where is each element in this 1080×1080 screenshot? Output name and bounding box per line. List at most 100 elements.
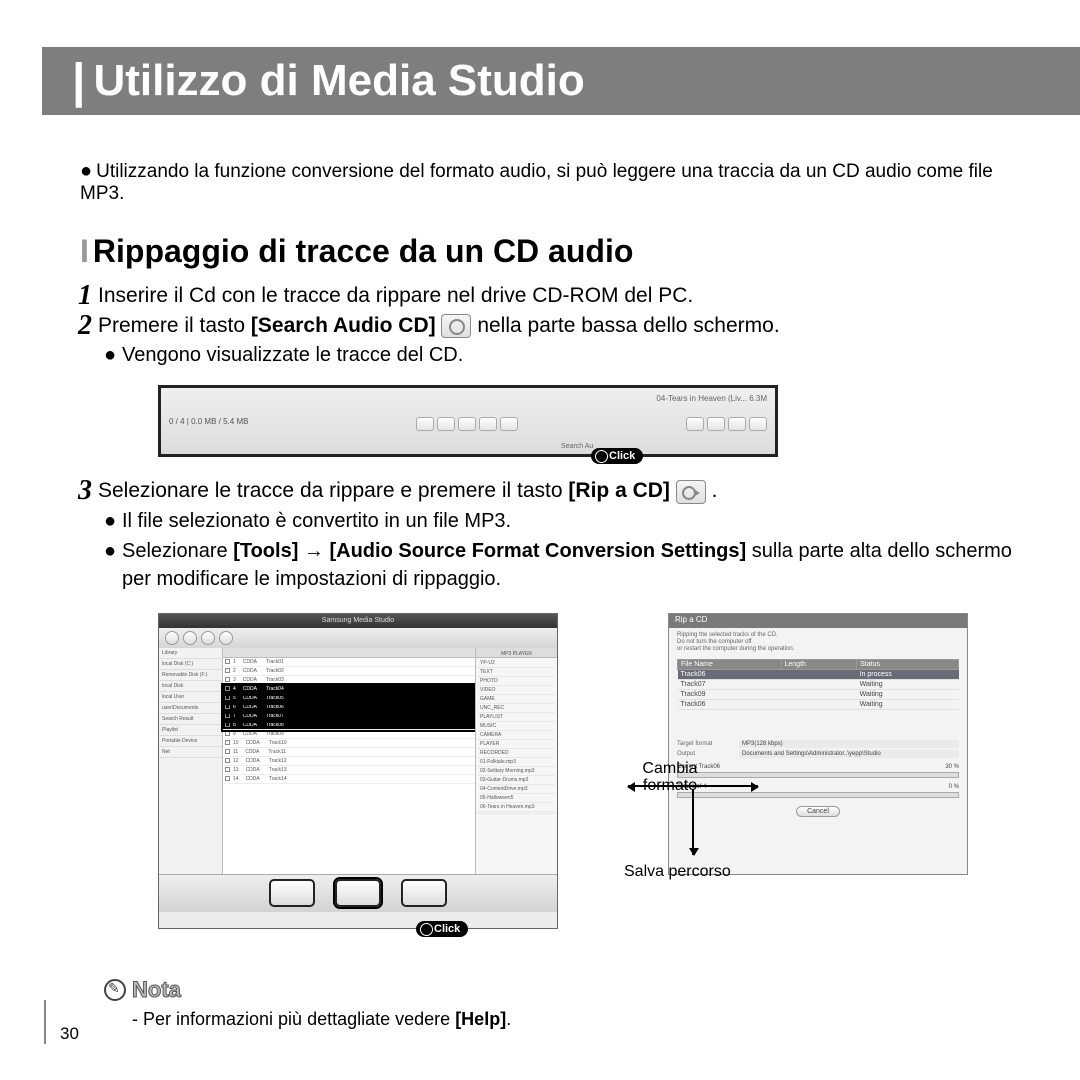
toolbar-mini-btn[interactable]	[686, 417, 704, 431]
track-row[interactable]: 12CDDATrack12	[223, 757, 475, 766]
player-item[interactable]: RECORDED	[478, 749, 555, 758]
step-3: 3 Selezionare le tracce da rippare e pre…	[98, 479, 1032, 503]
player-item[interactable]: 05-Halloween5	[478, 794, 555, 803]
toolbar-progress: 0 / 4 | 0.0 MB / 5.4 MB	[169, 417, 248, 431]
page-content: ●Utilizzando la funzione conversione del…	[80, 160, 1032, 1030]
toolbar-mini-btn[interactable]	[416, 417, 434, 431]
toolbar-mini-btn[interactable]	[707, 417, 725, 431]
track-row[interactable]: 5CDDATrack05	[223, 694, 475, 703]
app-window-title: Samsung Media Studio	[159, 614, 557, 628]
player-item[interactable]: 06-Tears in Heaven.mp3	[478, 803, 555, 812]
toolbar-circle-btn[interactable]	[201, 631, 215, 645]
dialog-path-value: Documents and Settings\Administrator..\y…	[739, 750, 959, 758]
pane-player: MP3 PLAYER YP-U2TEXTPHOTOVIDEOGAMEUNC_RE…	[475, 648, 557, 874]
library-item[interactable]: Library	[159, 648, 222, 659]
toolbar-now-playing: 04-Tears in Heaven (Liv... 6.3M	[656, 394, 767, 403]
library-item[interactable]: Net	[159, 747, 222, 758]
player-item[interactable]: 02-Solitary Morning.mp3	[478, 767, 555, 776]
library-item[interactable]: Search Result	[159, 714, 222, 725]
toolbar-mini-btn[interactable]	[728, 417, 746, 431]
rip-cd-icon	[676, 480, 706, 504]
dialog-row: Track07Waiting	[678, 680, 959, 690]
annotation-change-format: Cambia formato	[628, 761, 712, 795]
note-heading: Nota	[132, 977, 181, 1003]
library-item[interactable]: local Disk (C:)	[159, 659, 222, 670]
intro-text: Utilizzando la funzione conversione del …	[80, 161, 993, 204]
track-row[interactable]: 3CDDATrack03	[223, 676, 475, 685]
toolbar-circle-btn[interactable]	[165, 631, 179, 645]
bottom-search-cd-button[interactable]	[269, 879, 315, 907]
rip-dialog: Rip a CD Ripping the selected tracks of …	[668, 613, 968, 875]
player-item[interactable]: GAME	[478, 695, 555, 704]
toolbar-circle-btn[interactable]	[183, 631, 197, 645]
track-row[interactable]: 10CDDATrack10	[223, 739, 475, 748]
player-item[interactable]: TEXT	[478, 668, 555, 677]
track-row[interactable]: 13CDDATrack13	[223, 766, 475, 775]
track-row[interactable]: 7CDDATrack07	[223, 712, 475, 721]
track-row[interactable]: 6CDDATrack06	[223, 703, 475, 712]
player-item[interactable]: 03-Guitar-Drums.mp3	[478, 776, 555, 785]
track-row[interactable]: 9CDDATrack09	[223, 730, 475, 739]
figure-app: Samsung Media Studio Librarylocal Disk (…	[158, 613, 1032, 929]
step-3-sub2: ● Selezionare [Tools] → [Audio Source Fo…	[98, 537, 1032, 593]
dialog-message: Ripping the selected tracks of the CD. D…	[669, 628, 967, 658]
library-item[interactable]: Removable Disk (F:)	[159, 670, 222, 681]
section-title: Rippaggio di tracce da un CD audio	[93, 233, 633, 269]
toolbar-mini-btn[interactable]	[500, 417, 518, 431]
section-heading: IRippaggio di tracce da un CD audio	[80, 233, 1032, 270]
player-item[interactable]: 04-ContentDrive.mp3	[478, 785, 555, 794]
track-row[interactable]: 1CDDATrack01	[223, 658, 475, 667]
library-item[interactable]: Playlist	[159, 725, 222, 736]
annotation-arrow-h	[628, 785, 758, 787]
toolbar-mini-btn[interactable]	[749, 417, 767, 431]
toolbar-mini-btn[interactable]	[437, 417, 455, 431]
step-1: 1Inserire il Cd con le tracce da rippare…	[98, 284, 1032, 308]
page-title-band: | Utilizzo di Media Studio	[42, 47, 1080, 115]
dialog-row: Track06Waiting	[678, 700, 959, 710]
track-row[interactable]: 2CDDATrack02	[223, 667, 475, 676]
player-item[interactable]: 01-Folktale.mp3	[478, 758, 555, 767]
figure-toolbar: 04-Tears in Heaven (Liv... 6.3M 0 / 4 | …	[158, 385, 778, 457]
click-badge: Click	[416, 921, 468, 937]
player-item[interactable]: CAMERA	[478, 731, 555, 740]
page-title: Utilizzo di Media Studio	[93, 56, 584, 106]
toolbar-circle-btn[interactable]	[219, 631, 233, 645]
click-badge: Click	[591, 448, 643, 464]
dialog-progress-current: Current Track0630 %	[677, 764, 959, 778]
track-row[interactable]: 8CDDATrack08	[223, 721, 475, 730]
dialog-format-value: MP3(128 kbps)	[739, 740, 959, 748]
player-item[interactable]: PHOTO	[478, 677, 555, 686]
bottom-rip-cd-button[interactable]	[335, 879, 381, 907]
player-item[interactable]: YP-U2	[478, 659, 555, 668]
player-item[interactable]: MUSIC	[478, 722, 555, 731]
note-body: - Per informazioni più dettagliate veder…	[132, 1009, 1032, 1030]
search-audio-cd-icon	[441, 314, 471, 338]
library-item[interactable]: local Disk	[159, 681, 222, 692]
toolbar-mini-btn[interactable]	[458, 417, 476, 431]
step-2: 2 Premere il tasto [Search Audio CD] nel…	[98, 314, 1032, 338]
note-block: Nota - Per informazioni più dettagliate …	[104, 977, 1032, 1030]
library-item[interactable]: local User	[159, 692, 222, 703]
step-2-b: nella parte bassa dello schermo.	[477, 314, 779, 337]
step-1-text: Inserire il Cd con le tracce da rippare …	[98, 284, 693, 307]
step-2-sub: ●Vengono visualizzate le tracce del CD.	[98, 344, 1032, 367]
dialog-row: Track09Waiting	[678, 690, 959, 700]
player-item[interactable]: UNC_REC	[478, 704, 555, 713]
note-icon	[104, 979, 126, 1001]
track-row[interactable]: 11CDDATrack11	[223, 748, 475, 757]
player-item[interactable]: PLAYLIST	[478, 713, 555, 722]
track-row[interactable]: 14CDDATrack14	[223, 775, 475, 784]
player-item[interactable]: PLAYER	[478, 740, 555, 749]
app-toolbar	[159, 628, 557, 648]
annotation-save-path: Salva percorso	[624, 863, 731, 881]
cancel-button[interactable]: Cancel	[796, 806, 840, 817]
bottom-btn[interactable]	[401, 879, 447, 907]
library-item[interactable]: Portable Device	[159, 736, 222, 747]
intro-line: ●Utilizzando la funzione conversione del…	[80, 160, 1032, 205]
track-row[interactable]: 4CDDATrack04	[223, 685, 475, 694]
library-item[interactable]: user\Documents	[159, 703, 222, 714]
toolbar-mini-btn[interactable]	[479, 417, 497, 431]
player-item[interactable]: VIDEO	[478, 686, 555, 695]
toolbar-search-label: Search Au	[561, 443, 593, 450]
dialog-table: File NameLengthStatus Track06In processT…	[677, 659, 959, 710]
